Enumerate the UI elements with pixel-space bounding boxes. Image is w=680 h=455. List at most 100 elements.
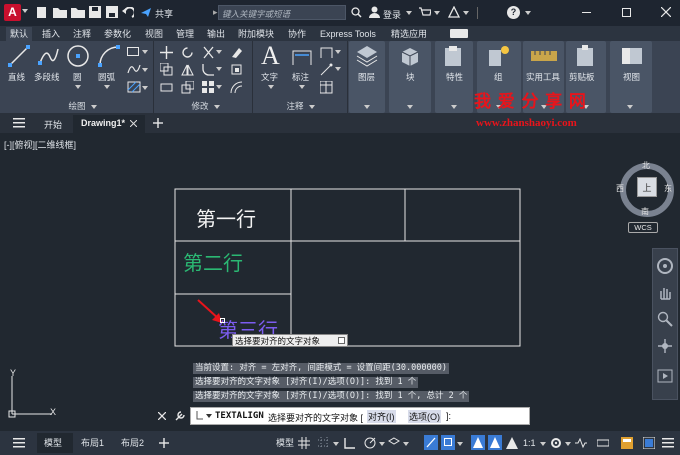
array-tool-icon[interactable] (202, 81, 215, 94)
view-icon[interactable] (620, 44, 644, 68)
menu-icon[interactable] (13, 118, 25, 128)
scale-tool-icon[interactable] (181, 81, 194, 94)
group-icon[interactable] (487, 44, 511, 68)
explode-tool-icon[interactable] (230, 63, 243, 76)
object-snap-chevron-icon[interactable] (457, 442, 463, 446)
viewcube-west[interactable]: 西 (616, 183, 624, 194)
draw-panel-label[interactable]: 绘图 (62, 100, 92, 113)
annotation-panel-label[interactable]: 注释 (280, 100, 310, 113)
command-option-align[interactable]: 对齐(I) (367, 410, 396, 423)
tab-collaborate[interactable]: 协作 (284, 27, 310, 41)
new-file-icon[interactable] (36, 6, 48, 19)
view-chevron-icon[interactable] (627, 105, 633, 109)
tab-start[interactable]: 开始 (44, 118, 62, 131)
tab-view[interactable]: 视图 (141, 27, 167, 41)
tab-featured-apps[interactable]: 精选应用 (387, 27, 431, 41)
share-icon[interactable] (140, 7, 152, 18)
new-tab-icon[interactable] (153, 118, 163, 128)
circle-tool-icon[interactable] (66, 44, 90, 68)
dimension-chevron-icon[interactable] (299, 85, 305, 89)
layers-chevron-icon[interactable] (364, 105, 370, 109)
block-icon[interactable] (398, 44, 422, 68)
cart-icon[interactable] (419, 7, 431, 18)
line-tool-icon[interactable] (8, 45, 30, 67)
circle-chevron-icon[interactable] (75, 85, 81, 89)
command-option-options[interactable]: 选项(O) (408, 410, 441, 423)
save-as-icon[interactable] (106, 6, 118, 19)
open-folder-2-icon[interactable] (71, 7, 85, 18)
layers-icon[interactable] (355, 44, 379, 68)
showmotion-icon[interactable] (657, 369, 673, 383)
quick-properties-icon[interactable] (621, 437, 633, 449)
minimize-icon[interactable] (582, 12, 591, 13)
stretch-tool-icon[interactable] (160, 81, 173, 94)
clipboard-label[interactable]: 剪贴板 (569, 71, 595, 83)
grid-toggle-icon[interactable] (298, 437, 310, 449)
table-cell-row2[interactable]: 第二行 (183, 247, 243, 276)
command-close-icon[interactable] (158, 412, 166, 420)
arc-chevron-icon[interactable] (104, 85, 110, 89)
customize-status-bar-icon[interactable] (662, 438, 674, 448)
polyline-tool-label[interactable]: 多段线 (34, 71, 60, 83)
fillet-tool-icon[interactable] (202, 63, 215, 76)
snap-chevron-icon[interactable] (333, 442, 339, 446)
cart-chevron-icon[interactable] (434, 11, 440, 15)
leader-chevron-icon[interactable] (335, 67, 341, 71)
rectangle-chevron-icon[interactable] (142, 50, 148, 54)
utilities-label[interactable]: 实用工具 (526, 71, 560, 83)
tab-manage[interactable]: 管理 (172, 27, 198, 41)
app-logo[interactable]: A (4, 4, 21, 21)
block-chevron-icon[interactable] (407, 105, 413, 109)
workspace-chevron-icon[interactable] (565, 442, 571, 446)
view-label[interactable]: 视图 (623, 71, 640, 83)
draw-panel-chevron-icon[interactable] (91, 105, 97, 109)
user-icon[interactable] (369, 6, 380, 18)
polar-chevron-icon[interactable] (379, 442, 385, 446)
properties-label[interactable]: 特性 (446, 71, 463, 83)
new-layout-icon[interactable] (159, 438, 169, 448)
layers-label[interactable]: 图层 (358, 71, 375, 83)
tab-parametric[interactable]: 参数化 (100, 27, 135, 41)
line-tool-label[interactable]: 直线 (8, 71, 25, 83)
rotate-tool-icon[interactable] (181, 46, 194, 59)
circle-tool-label[interactable]: 圆 (73, 71, 82, 83)
hatch-chevron-icon[interactable] (142, 86, 148, 90)
rectangle-tool-icon[interactable] (127, 47, 139, 56)
hatch-tool-icon[interactable] (127, 81, 141, 93)
viewcube-south[interactable]: 南 (641, 206, 649, 217)
copy-tool-icon[interactable] (160, 63, 173, 76)
ribbon-toggle-button[interactable] (450, 29, 468, 38)
drawing-canvas[interactable]: [-][俯视][二维线框] 第一行 第二行 第三行 选择要对齐的文字对象 当前设… (0, 133, 680, 431)
spline-chevron-icon[interactable] (142, 68, 148, 72)
tab-insert[interactable]: 插入 (38, 27, 64, 41)
annotation-panel-chevron-icon[interactable] (309, 105, 315, 109)
isodraft-icon[interactable] (388, 437, 400, 449)
erase-tool-icon[interactable] (230, 46, 243, 59)
array-chevron-icon[interactable] (216, 85, 222, 89)
annotation-monitor-icon[interactable] (575, 437, 587, 449)
wcs-menu[interactable]: WCS (628, 222, 658, 233)
tab-addins[interactable]: 附加模块 (234, 27, 278, 41)
properties-icon[interactable] (443, 44, 465, 68)
linear-dim-icon[interactable] (320, 46, 333, 59)
trim-tool-icon[interactable] (202, 46, 215, 59)
layout-menu-icon[interactable] (13, 438, 25, 448)
tab-layout1[interactable]: 布局1 (81, 436, 104, 450)
dimension-tool-icon[interactable] (291, 45, 313, 67)
tab-layout2[interactable]: 布局2 (121, 436, 144, 450)
annotation-scale-icon[interactable] (506, 437, 518, 449)
tab-close-icon[interactable] (130, 120, 137, 127)
orbit-icon[interactable] (657, 338, 673, 354)
tab-output[interactable]: 输出 (203, 27, 229, 41)
scale-chevron-icon[interactable] (540, 442, 546, 446)
arc-tool-label[interactable]: 圆弧 (98, 71, 115, 83)
viewcube-top-face[interactable]: 上 (637, 177, 657, 197)
text-tool-label[interactable]: 文字 (261, 71, 278, 83)
login-label[interactable]: 登录 (383, 8, 401, 21)
text-tool-icon[interactable]: A (261, 41, 280, 71)
tab-express-tools[interactable]: Express Tools (316, 27, 380, 41)
save-icon[interactable] (89, 6, 101, 19)
trim-chevron-icon[interactable] (216, 50, 222, 54)
command-dropdown-icon[interactable] (206, 414, 212, 418)
command-customize-icon[interactable] (174, 410, 186, 422)
